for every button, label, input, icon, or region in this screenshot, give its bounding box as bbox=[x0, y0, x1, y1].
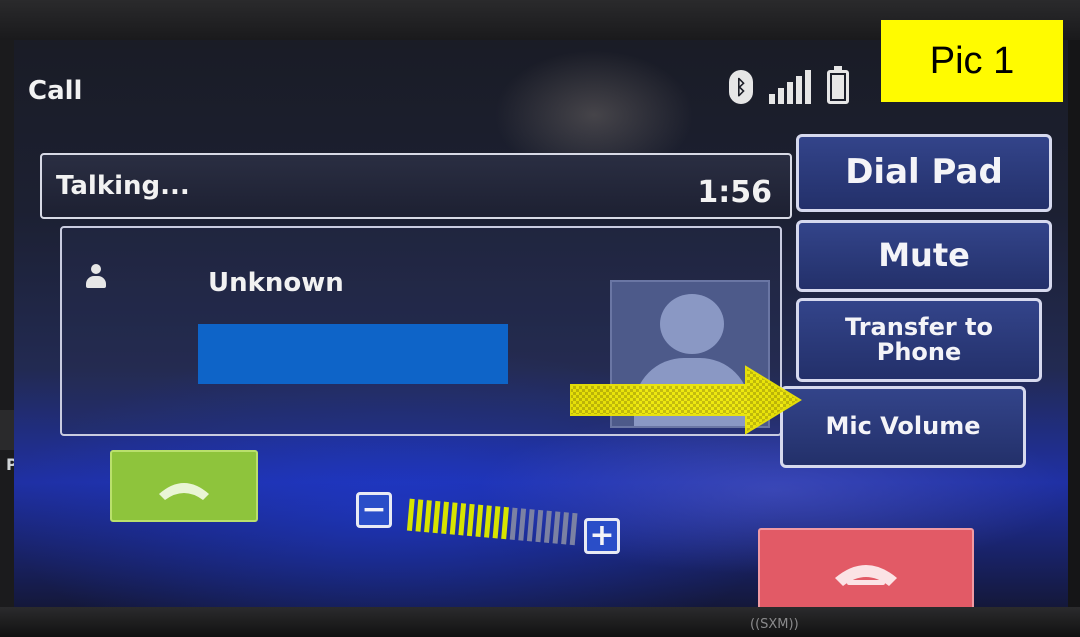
mute-button[interactable]: Mute bbox=[796, 220, 1052, 292]
volume-segment bbox=[415, 499, 424, 532]
brand-label: ((SXM)) bbox=[750, 617, 799, 632]
battery-icon bbox=[827, 66, 849, 104]
volume-segment bbox=[544, 510, 552, 543]
call-status-label: Talking... bbox=[56, 171, 190, 201]
volume-segment bbox=[569, 512, 578, 546]
volume-segment bbox=[475, 504, 484, 537]
device-bezel-right bbox=[1068, 40, 1080, 607]
volume-segment bbox=[526, 509, 535, 542]
volume-down-button[interactable]: − bbox=[356, 492, 392, 528]
hang-up-icon bbox=[835, 565, 897, 586]
volume-segment bbox=[424, 500, 432, 533]
pic-label: Pic 1 bbox=[881, 20, 1063, 102]
dial-pad-button[interactable]: Dial Pad bbox=[796, 134, 1052, 212]
volume-segment bbox=[492, 506, 501, 539]
contact-name: Unknown bbox=[208, 268, 344, 298]
call-status-bar: Talking... 1:56 bbox=[40, 153, 792, 219]
volume-up-button[interactable]: + bbox=[584, 518, 620, 554]
volume-segment bbox=[561, 512, 569, 545]
volume-segment bbox=[518, 508, 527, 541]
bluetooth-icon: ᛒ bbox=[729, 70, 753, 104]
volume-segment bbox=[432, 500, 441, 534]
call-timer: 1:56 bbox=[697, 175, 772, 210]
volume-segment bbox=[449, 502, 458, 535]
head-unit-screen: Call ᛒ Talking... 1:56 Unknown Dial Pad … bbox=[14, 40, 1068, 607]
signal-icon bbox=[769, 70, 811, 104]
volume-segment bbox=[406, 498, 415, 531]
redacted-number bbox=[198, 324, 508, 384]
highlight-arrow-icon bbox=[570, 365, 802, 435]
volume-segment bbox=[535, 509, 544, 543]
call-end-button[interactable] bbox=[758, 528, 974, 607]
device-bezel-bottom bbox=[0, 607, 1080, 637]
volume-segment bbox=[552, 511, 561, 544]
screen-title: Call bbox=[28, 76, 83, 106]
volume-segment bbox=[458, 503, 467, 536]
volume-segment bbox=[484, 505, 492, 538]
call-accept-button[interactable] bbox=[110, 450, 258, 522]
status-bar: ᛒ bbox=[729, 66, 849, 104]
volume-segment bbox=[509, 507, 518, 540]
transfer-to-phone-button[interactable]: Transfer to Phone bbox=[796, 298, 1042, 382]
volume-segment bbox=[441, 501, 449, 534]
volume-segment bbox=[501, 506, 509, 540]
volume-segment bbox=[466, 503, 475, 537]
mic-volume-button[interactable]: Mic Volume bbox=[780, 386, 1026, 468]
volume-level-bar[interactable] bbox=[403, 494, 584, 549]
phone-handset-icon bbox=[159, 483, 209, 500]
person-icon bbox=[86, 264, 106, 290]
device-bezel-left bbox=[0, 40, 14, 607]
